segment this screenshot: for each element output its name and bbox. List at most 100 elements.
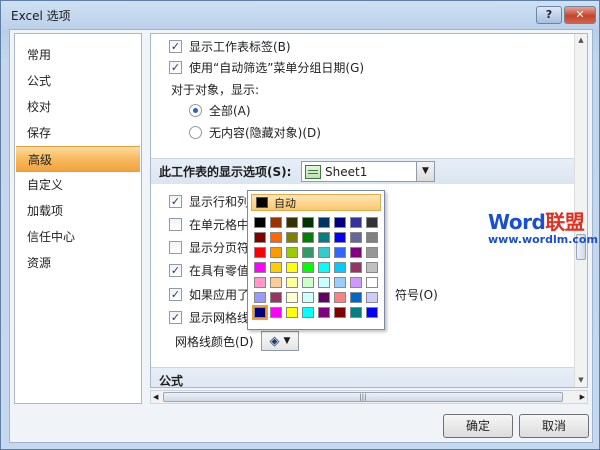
sidebar-item-trust-center[interactable]: 信任中心 xyxy=(15,224,141,250)
color-swatch[interactable] xyxy=(270,307,282,318)
color-swatch[interactable] xyxy=(254,217,266,228)
scroll-left-icon[interactable]: ◀ xyxy=(153,391,158,403)
paint-bucket-icon: ◈ xyxy=(269,333,280,349)
sidebar-item-common[interactable]: 常用 xyxy=(15,42,141,68)
color-swatch[interactable] xyxy=(286,262,298,273)
color-swatch[interactable] xyxy=(318,292,330,303)
color-swatch[interactable] xyxy=(302,307,314,318)
color-swatch[interactable] xyxy=(270,277,282,288)
checkbox-checked[interactable]: ✓ xyxy=(169,310,182,324)
gridline-color-button[interactable]: ◈ ▼ xyxy=(261,331,299,351)
sheet-select[interactable]: Sheet1 ▼ xyxy=(301,161,435,182)
color-swatch[interactable] xyxy=(334,247,346,258)
color-swatch[interactable] xyxy=(302,232,314,243)
color-swatch[interactable] xyxy=(350,307,362,318)
color-swatch[interactable] xyxy=(366,217,378,228)
worksheet-icon xyxy=(305,164,321,179)
color-swatch[interactable] xyxy=(254,277,266,288)
ok-button[interactable]: 确定 xyxy=(443,414,513,438)
color-swatch[interactable] xyxy=(318,232,330,243)
color-swatch[interactable] xyxy=(286,217,298,228)
checkbox-checked[interactable]: ✓ xyxy=(169,194,182,208)
color-swatch[interactable] xyxy=(334,232,346,243)
color-swatch[interactable] xyxy=(350,292,362,303)
title-bar: Excel 选项 ? ✕ xyxy=(1,1,599,29)
color-swatch[interactable] xyxy=(350,232,362,243)
radio-unselected[interactable] xyxy=(189,125,202,139)
color-swatch[interactable] xyxy=(334,217,346,228)
color-swatch[interactable] xyxy=(270,247,282,258)
color-swatch[interactable] xyxy=(254,247,266,258)
color-swatch[interactable] xyxy=(302,277,314,288)
option-group-dates[interactable]: ✓ 使用“自动筛选”菜单分组日期(G) xyxy=(169,57,364,77)
horizontal-scrollbar[interactable]: ◀ ||| ▶ xyxy=(150,390,588,404)
color-swatch[interactable] xyxy=(366,277,378,288)
color-swatch[interactable] xyxy=(302,292,314,303)
color-swatch[interactable] xyxy=(286,292,298,303)
checkbox-unchecked[interactable] xyxy=(169,217,182,231)
option-show-outline-suffix: 符号(O) xyxy=(395,287,438,302)
checkbox-checked[interactable]: ✓ xyxy=(169,60,182,74)
color-swatch[interactable] xyxy=(366,307,378,318)
cancel-button[interactable]: 取消 xyxy=(519,414,589,438)
color-swatch[interactable] xyxy=(286,247,298,258)
color-swatch[interactable] xyxy=(302,247,314,258)
sidebar-item-save[interactable]: 保存 xyxy=(15,120,141,146)
color-swatch[interactable] xyxy=(318,307,330,318)
scroll-up-icon[interactable]: ▲ xyxy=(575,34,587,47)
sidebar-item-addins[interactable]: 加载项 xyxy=(15,198,141,224)
color-swatch[interactable] xyxy=(350,247,362,258)
color-swatch[interactable] xyxy=(318,262,330,273)
color-swatch[interactable] xyxy=(286,232,298,243)
help-button[interactable]: ? xyxy=(536,6,562,24)
checkbox-unchecked[interactable] xyxy=(169,240,182,254)
scroll-down-icon[interactable]: ▼ xyxy=(575,374,587,387)
radio-selected[interactable] xyxy=(189,103,202,117)
color-swatch[interactable] xyxy=(318,277,330,288)
scroll-right-icon[interactable]: ▶ xyxy=(580,391,585,403)
color-swatch[interactable] xyxy=(254,232,266,243)
watermark-brand: Word联盟 xyxy=(488,210,585,234)
color-swatch[interactable] xyxy=(350,277,362,288)
chevron-down-icon[interactable]: ▼ xyxy=(416,162,434,181)
gridline-color-label: 网格线颜色(D) xyxy=(175,334,254,349)
sidebar-item-customize[interactable]: 自定义 xyxy=(15,172,141,198)
sidebar-item-proofing[interactable]: 校对 xyxy=(15,94,141,120)
color-swatch[interactable] xyxy=(286,277,298,288)
scrollbar-thumb[interactable]: ||| xyxy=(163,392,563,402)
color-swatch[interactable] xyxy=(270,217,282,228)
checkbox-checked[interactable]: ✓ xyxy=(169,263,182,277)
color-swatch[interactable] xyxy=(350,217,362,228)
color-swatch[interactable] xyxy=(366,262,378,273)
color-swatch[interactable] xyxy=(318,217,330,228)
color-swatch[interactable] xyxy=(270,292,282,303)
color-swatch[interactable] xyxy=(334,277,346,288)
radio-show-all[interactable]: 全部(A) xyxy=(189,100,251,120)
color-swatch[interactable] xyxy=(252,305,268,320)
color-swatch[interactable] xyxy=(302,217,314,228)
close-button[interactable]: ✕ xyxy=(564,6,596,24)
color-swatch[interactable] xyxy=(334,292,346,303)
color-swatch[interactable] xyxy=(366,247,378,258)
color-swatch[interactable] xyxy=(270,262,282,273)
sidebar-item-resources[interactable]: 资源 xyxy=(15,250,141,276)
color-swatch[interactable] xyxy=(302,262,314,273)
color-swatch[interactable] xyxy=(366,292,378,303)
color-swatch[interactable] xyxy=(254,262,266,273)
radio-show-nothing[interactable]: 无内容(隐藏对象)(D) xyxy=(189,122,321,142)
color-swatch[interactable] xyxy=(350,262,362,273)
sidebar-item-formulas[interactable]: 公式 xyxy=(15,68,141,94)
color-swatch[interactable] xyxy=(334,307,346,318)
color-swatch[interactable] xyxy=(270,232,282,243)
color-swatch[interactable] xyxy=(334,262,346,273)
option-show-sheet-tabs[interactable]: ✓ 显示工作表标签(B) xyxy=(169,36,291,56)
color-swatch[interactable] xyxy=(286,307,298,318)
checkbox-checked[interactable]: ✓ xyxy=(169,287,182,301)
color-swatch[interactable] xyxy=(254,292,266,303)
sidebar-item-advanced[interactable]: 高级 xyxy=(16,146,140,172)
color-swatch[interactable] xyxy=(366,232,378,243)
color-swatch[interactable] xyxy=(318,247,330,258)
section-title: 此工作表的显示选项(S): xyxy=(159,165,292,179)
checkbox-checked[interactable]: ✓ xyxy=(169,39,182,53)
auto-color-option[interactable]: 自动 xyxy=(251,194,381,211)
